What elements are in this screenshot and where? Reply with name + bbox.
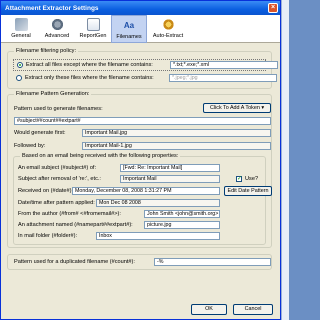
filtering-group: Filename filtering policy: Extract all f…: [7, 48, 278, 89]
cancel-button[interactable]: Cancel: [233, 304, 273, 315]
title-bar: Attachment Extractor Settings ×: [1, 1, 280, 15]
close-button[interactable]: ×: [268, 3, 278, 13]
author-input[interactable]: John Smith <john@smith.org>: [144, 210, 220, 218]
generation-title: Filename Pattern Generation:: [14, 91, 92, 97]
filtering-title: Filename filtering policy:: [14, 48, 79, 54]
folder-label: In mail folder (#folder#):: [18, 233, 78, 239]
tab-filenames[interactable]: Aa Filenames: [111, 15, 147, 43]
attachment-input[interactable]: picture.jpg: [144, 221, 220, 229]
option-extract-only-label: Extract only these files where the filen…: [25, 75, 154, 81]
tab-advanced-label: Advanced: [44, 33, 70, 39]
filter-option-exclude-row: Extract all files except where the filen…: [13, 59, 278, 71]
duplicate-label: Pattern used for a duplicated filename (…: [14, 259, 135, 265]
author-label: From the author (#from# <#fromemail#>):: [18, 211, 121, 217]
add-token-label: Click To Add A Token: [209, 105, 260, 111]
tab-auto-extract[interactable]: Auto-Extract: [147, 15, 189, 43]
tab-general[interactable]: General: [3, 15, 39, 43]
example-properties-group: Based on an email being received with th…: [13, 153, 272, 245]
received-input[interactable]: Monday, December 08, 2008 1:31:27 PM: [72, 187, 220, 195]
subject-input[interactable]: [Fwd: Re: Important Mail]: [120, 164, 220, 172]
auto-extract-icon: [161, 18, 175, 31]
settings-window: Attachment Extractor Settings × General …: [0, 0, 281, 320]
followed-by-label: Followed by:: [14, 143, 46, 149]
include-pattern-input[interactable]: *.jpeg;*.jpg: [169, 74, 277, 82]
followed-by-value: Important Mail-1.jpg: [82, 142, 271, 150]
wrench-icon: [14, 18, 28, 31]
pattern-input[interactable]: #subject##count##extpart#: [14, 117, 271, 125]
datetime-label: Date/time after pattern applied:: [18, 200, 95, 206]
example-title: Based on an email being received with th…: [20, 153, 181, 159]
edit-date-pattern-button[interactable]: Edit Date Pattern: [224, 186, 272, 196]
radio-extract-all[interactable]: [17, 62, 23, 68]
window-title: Attachment Extractor Settings: [5, 4, 99, 12]
radio-extract-only[interactable]: [16, 75, 22, 81]
folder-input[interactable]: Inbox: [96, 232, 220, 240]
attachment-label: An attachment named (#namepart##extpart#…: [18, 222, 133, 228]
ok-button[interactable]: OK: [191, 304, 227, 315]
exclude-pattern-input[interactable]: *.txt;*.exe;*.xml: [170, 61, 278, 69]
tab-reportgen-label: ReportGen: [79, 33, 107, 39]
dropdown-arrow-icon: ▾: [261, 105, 265, 111]
tab-general-label: General: [11, 33, 31, 39]
filter-option-include-row: Extract only these files where the filen…: [13, 73, 277, 85]
pattern-generation-group: Filename Pattern Generation: Pattern use…: [7, 91, 272, 248]
report-icon: [86, 18, 100, 31]
tab-auto-extract-label: Auto-Extract: [152, 33, 184, 39]
aa-icon: Aa: [123, 21, 135, 30]
tab-reportgen[interactable]: ReportGen: [75, 15, 111, 43]
use-subject-label: Use?: [245, 176, 259, 182]
subject-after-value: Important Mail: [120, 175, 220, 183]
tab-filenames-label: Filenames: [116, 34, 142, 40]
background-scrollbar[interactable]: [281, 0, 289, 320]
datetime-value: Mon Dec 08 2008: [96, 199, 220, 207]
subject-label: An email subject (#subject#) of:: [18, 165, 97, 171]
subject-after-label: Subject after removal of 're:', etc.:: [18, 176, 101, 182]
would-generate-label: Would generate first:: [14, 130, 66, 136]
option-extract-all-label: Extract all files except where the filen…: [26, 62, 153, 68]
received-label: Received on (#date#):: [18, 188, 74, 194]
duplicate-group: Pattern used for a duplicated filename (…: [7, 254, 272, 270]
gears-icon: [50, 18, 64, 31]
use-subject-checkbox[interactable]: [236, 175, 242, 182]
settings-toolbar: General Advanced ReportGen Aa Filenames …: [1, 15, 280, 43]
tab-advanced[interactable]: Advanced: [39, 15, 75, 43]
add-token-button[interactable]: Click To Add A Token ▾: [203, 103, 271, 113]
pattern-label: Pattern used to generate filenames:: [14, 106, 103, 112]
would-generate-value: Important Mail.jpg: [82, 129, 271, 137]
duplicate-input[interactable]: -%: [154, 258, 271, 266]
